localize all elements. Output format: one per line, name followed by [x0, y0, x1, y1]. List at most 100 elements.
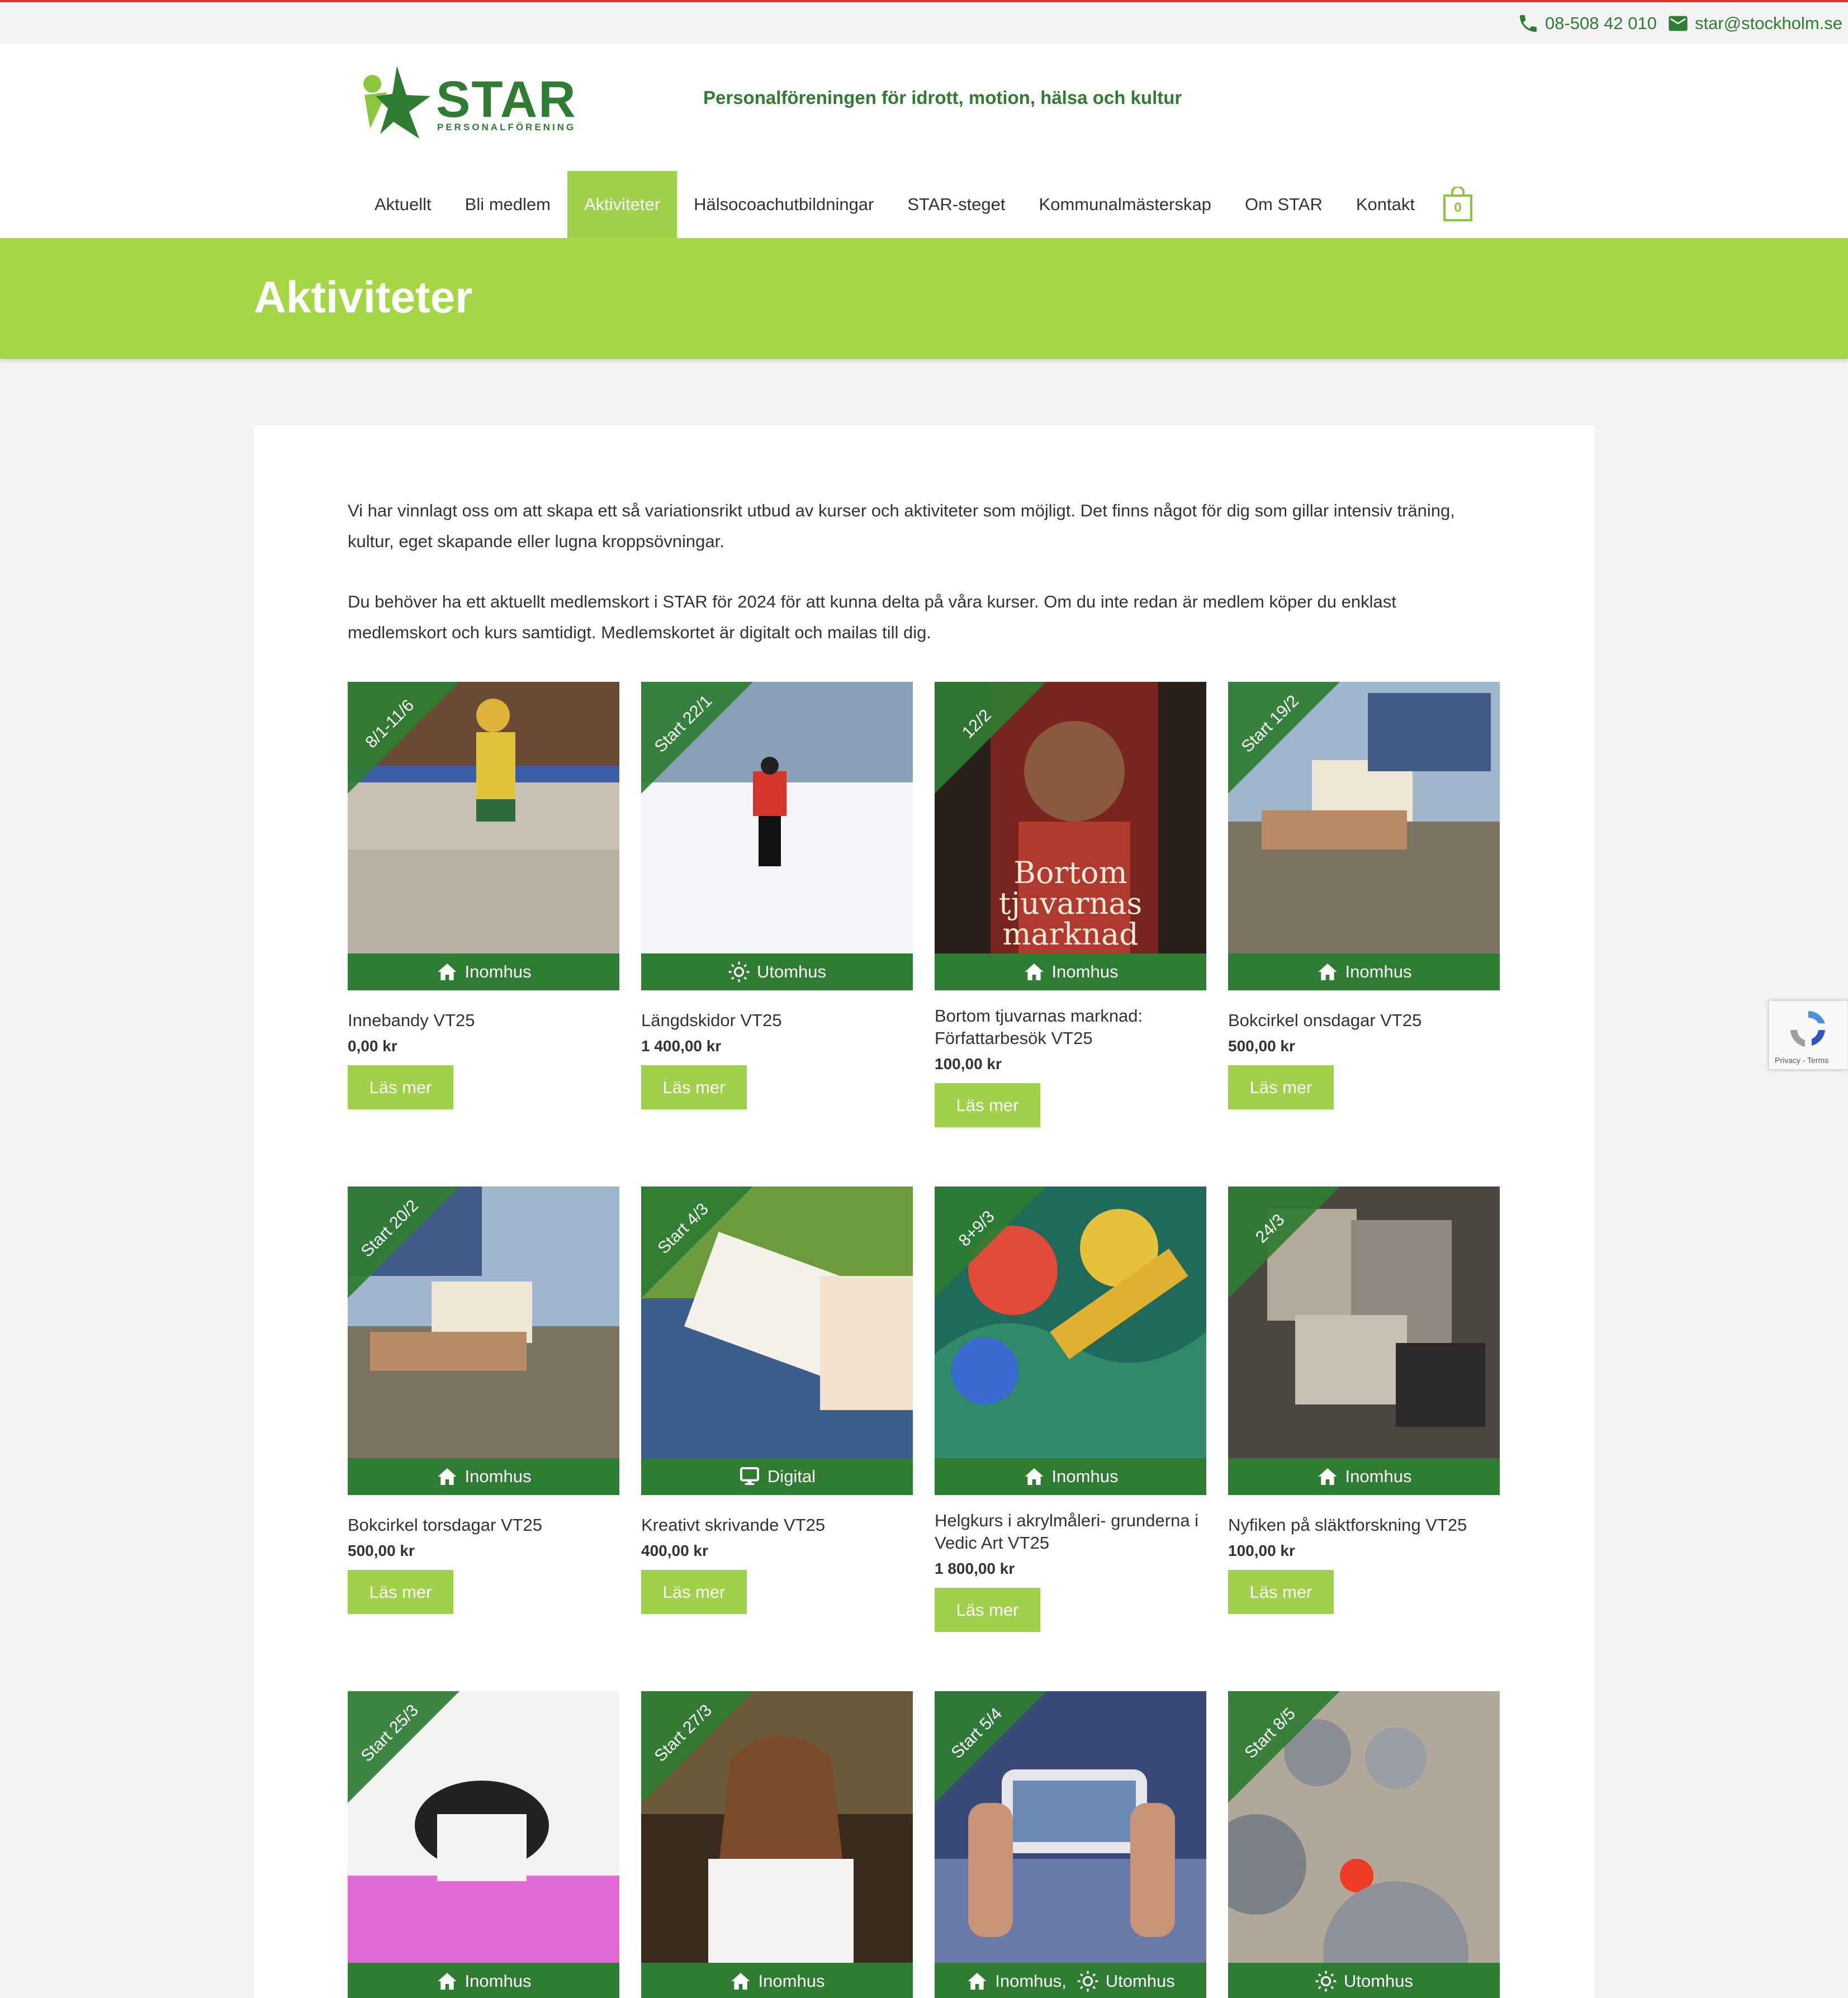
product-card[interactable]: Start 22/1 Utomhus Längdskidor VT25 1 400,0… [641, 682, 913, 1109]
date-ribbon: 24/3 [1228, 1187, 1340, 1298]
location-badge: Utomhus [1228, 1963, 1500, 1998]
product-title[interactable]: Innebandy VT25 [348, 1009, 619, 1032]
read-more-button[interactable]: Läs mer [641, 1570, 747, 1614]
read-more-button[interactable]: Läs mer [348, 1065, 453, 1109]
main-content: Vi har vinnlagt oss om att skapa ett så … [254, 426, 1594, 1998]
logo-word: STAR [436, 71, 577, 128]
product-image[interactable]: Start 5/4 [935, 1691, 1206, 1963]
date-ribbon: Start 22/1 [641, 682, 753, 794]
location-label: Utomhus [756, 962, 827, 981]
phone-link[interactable]: 08-508 42 010 [1517, 12, 1657, 35]
read-more-button[interactable]: Läs mer [641, 1065, 747, 1109]
product-title[interactable]: Kreativt skrivande VT25 [641, 1514, 913, 1536]
product-image[interactable]: Bortom tjuvarnas marknad 12/2 [935, 682, 1206, 953]
product-card[interactable]: Bortom tjuvarnas marknad 12/2 Inomhus Bortom … [935, 682, 1206, 1127]
product-image[interactable]: Start 25/3 [348, 1691, 619, 1963]
product-title[interactable]: Bortom tjuvarnas marknad: Författarbesök… [935, 1005, 1206, 1050]
site-tagline: Personalföreningen för idrott, motion, h… [703, 87, 1182, 108]
product-card[interactable]: Start 27/3 Inomhus [641, 1691, 913, 1998]
date-ribbon: Start 8/5 [1228, 1691, 1340, 1803]
location-label: Utomhus [1343, 1971, 1414, 1991]
home-icon [437, 1973, 457, 1990]
product-title[interactable]: Längdskidor VT25 [641, 1009, 913, 1032]
phone-number: 08-508 42 010 [1544, 13, 1657, 33]
location-badge: Inomhus [348, 1458, 619, 1495]
product-price: 100,00 kr [935, 1055, 1002, 1072]
read-more-button[interactable]: Läs mer [935, 1083, 1040, 1127]
cart-button[interactable]: 0 [1442, 186, 1473, 222]
sun-icon [1077, 1971, 1098, 1992]
location-label: Inomhus [1051, 962, 1119, 981]
product-price: 500,00 kr [348, 1542, 415, 1559]
product-title[interactable]: Nyfiken på släktforskning VT25 [1228, 1514, 1500, 1536]
product-price: 1 400,00 kr [641, 1037, 722, 1055]
location-label: Utomhus [1105, 1971, 1175, 1991]
location-badge: Inomhus, Utomhus [935, 1963, 1206, 1998]
product-image[interactable]: Start 8/5 [1228, 1691, 1500, 1963]
read-more-button[interactable]: Läs mer [935, 1588, 1040, 1632]
email-address: star@stockholm.se [1694, 13, 1842, 33]
nav-item-star-steget[interactable]: STAR-steget [890, 171, 1022, 238]
product-title[interactable]: Helgkurs i akrylmåleri- grunderna i Vedi… [935, 1510, 1206, 1554]
product-price: 400,00 kr [641, 1542, 708, 1559]
location-label: Inomhus [465, 1467, 532, 1486]
product-card[interactable]: Start 20/2 Inomhus Bokcirkel torsdagar VT2… [348, 1187, 619, 1614]
product-image[interactable]: 24/3 [1228, 1187, 1500, 1458]
product-image[interactable]: 8+9/3 [935, 1187, 1206, 1458]
date-ribbon: 8/1-11/6 [348, 682, 459, 794]
product-card[interactable]: 8/1-11/6 Inomhus Innebandy VT25 0,00 kr Läs … [348, 682, 619, 1109]
nav-item-kontakt[interactable]: Kontakt [1339, 171, 1432, 238]
product-image[interactable]: Start 19/2 [1228, 682, 1500, 953]
recaptcha-badge[interactable]: Privacy - Terms [1769, 1000, 1848, 1070]
nav-item-hälsocoachutbildningar[interactable]: Hälsocoachutbildningar [677, 171, 890, 238]
product-image[interactable]: Start 27/3 [641, 1691, 913, 1963]
product-card[interactable]: Start 8/5 Utomhus [1228, 1691, 1500, 1998]
location-label: Digital [767, 1467, 816, 1486]
location-badge: Digital [641, 1458, 913, 1495]
product-card[interactable]: Start 25/3 Inomhus [348, 1691, 619, 1998]
home-icon [437, 1468, 457, 1485]
read-more-button[interactable]: Läs mer [1228, 1570, 1334, 1614]
intro-paragraph-2: Du behöver ha ett aktuellt medlemskort i… [348, 592, 1396, 642]
product-price: 100,00 kr [1228, 1542, 1295, 1559]
product-card[interactable]: Start 5/4 Inomhus, Utomhus [935, 1691, 1206, 1998]
location-badge: Inomhus [348, 1963, 619, 1998]
email-link[interactable]: star@stockholm.se [1667, 12, 1842, 35]
nav-item-bli-medlem[interactable]: Bli medlem [448, 171, 567, 238]
date-ribbon: Start 25/3 [348, 1691, 459, 1803]
product-title[interactable]: Bokcirkel torsdagar VT25 [348, 1514, 619, 1536]
date-ribbon: Start 5/4 [935, 1691, 1046, 1803]
product-image[interactable]: Start 4/3 [641, 1187, 913, 1458]
recaptcha-terms[interactable]: Privacy - Terms [1775, 1056, 1828, 1065]
location-label: Inomhus [465, 1971, 532, 1991]
product-card[interactable]: Start 4/3 Digital Kreativt skrivande VT25 4… [641, 1187, 913, 1614]
cart-count: 0 [1454, 200, 1462, 215]
product-image[interactable]: Start 20/2 [348, 1187, 619, 1458]
location-label: Inomhus [465, 962, 532, 981]
product-image[interactable]: Start 22/1 [641, 682, 913, 953]
product-card[interactable]: Start 19/2 Inomhus Bokcirkel onsdagar VT25… [1228, 682, 1500, 1109]
product-price: 0,00 kr [348, 1037, 397, 1055]
recaptcha-icon [1790, 1011, 1825, 1047]
intro-paragraph-1: Vi har vinnlagt oss om att skapa ett så … [348, 501, 1455, 551]
product-title[interactable]: Bokcirkel onsdagar VT25 [1228, 1009, 1500, 1032]
sun-icon [1315, 1971, 1337, 1992]
phone-icon [1519, 15, 1537, 32]
location-label: Inomhus [758, 1971, 825, 1991]
nav-item-aktuellt[interactable]: Aktuellt [358, 171, 448, 238]
location-badge: Inomhus [935, 953, 1206, 990]
read-more-button[interactable]: Läs mer [1228, 1065, 1334, 1109]
contact-links: 08-508 42 010 star@stockholm.se [1517, 12, 1842, 35]
location-label: Inomhus [1345, 1467, 1412, 1486]
read-more-button[interactable]: Läs mer [348, 1570, 453, 1614]
product-image[interactable]: 8/1-11/6 [348, 682, 619, 953]
home-icon [1318, 1468, 1337, 1485]
product-card[interactable]: 24/3 Inomhus Nyfiken på släktforskning VT2… [1228, 1187, 1500, 1614]
nav-item-kommunalmästerskap[interactable]: Kommunalmästerskap [1022, 171, 1228, 238]
top-bar: 08-508 42 010 star@stockholm.se [0, 0, 1848, 44]
site-logo[interactable]: STAR PERSONALFÖRENING [353, 61, 588, 140]
nav-item-om-star[interactable]: Om STAR [1228, 171, 1339, 238]
product-card[interactable]: 8+9/3 Inomhus Helgkurs i akrylmåleri- grun… [935, 1187, 1206, 1632]
page-hero: Aktiviteter [0, 238, 1848, 359]
nav-item-aktiviteter[interactable]: Aktiviteter [567, 171, 677, 238]
